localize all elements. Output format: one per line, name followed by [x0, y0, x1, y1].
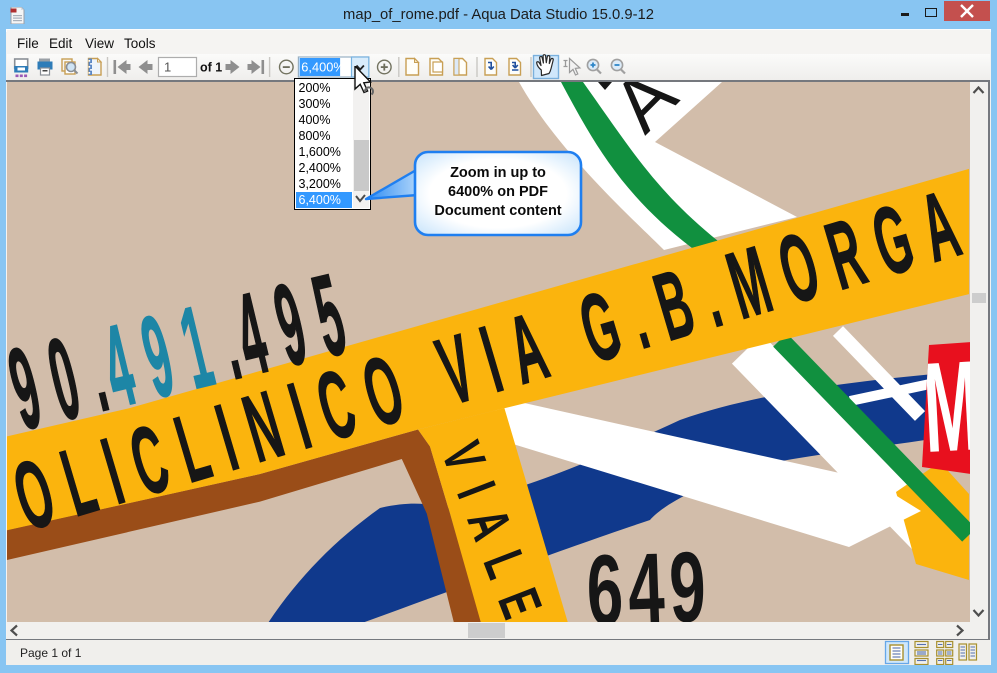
- svg-text:6400% on PDF: 6400% on PDF: [448, 184, 548, 200]
- svg-text:of 1: of 1: [200, 61, 222, 75]
- svg-text:1: 1: [164, 60, 171, 75]
- svg-text:Document content: Document content: [434, 203, 561, 219]
- svg-text:649: 649: [585, 531, 713, 622]
- svg-text:Zoom in up to: Zoom in up to: [450, 165, 546, 181]
- svg-text:6,400%: 6,400%: [301, 59, 344, 74]
